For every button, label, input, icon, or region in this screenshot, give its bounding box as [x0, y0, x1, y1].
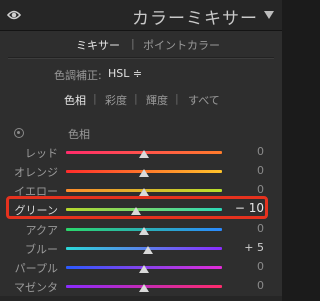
slider-track[interactable]	[66, 227, 222, 235]
slider-thumb[interactable]	[139, 227, 149, 235]
slider-label: マゼンタ	[14, 281, 58, 294]
slider-thumb[interactable]	[139, 284, 149, 292]
slider-row: マゼンタ 0	[0, 277, 282, 295]
slider-label: レッド	[25, 147, 58, 160]
slider-value[interactable]: + 5	[244, 241, 264, 254]
slider-value[interactable]: 0	[257, 164, 264, 177]
mode-switch: ミキサー | ポイントカラー	[0, 34, 282, 54]
tab-separator: |	[175, 92, 179, 105]
slider-label: オレンジ	[14, 166, 58, 179]
slider-value[interactable]: 0	[257, 260, 264, 273]
slider-row: オレンジ 0	[0, 162, 282, 180]
slider-track[interactable]	[66, 150, 222, 158]
mode-point-color-button[interactable]: ポイントカラー	[143, 37, 220, 53]
adjustment-label: 色調補正:	[54, 69, 102, 82]
slider-row: ブルー + 5	[0, 239, 282, 257]
slider-track[interactable]	[66, 188, 222, 196]
slider-track[interactable]	[66, 265, 222, 273]
adjustment-row: 色調補正: HSL ≑	[0, 66, 282, 82]
tab-separator: |	[134, 92, 138, 105]
panel-header[interactable]: カラーミキサー	[0, 0, 282, 31]
slider-thumb[interactable]	[139, 169, 149, 177]
hsl-tabs: 色相 | 彩度 | 輝度 | すべて	[0, 92, 282, 108]
panel-title: カラーミキサー	[132, 9, 258, 29]
slider-thumb[interactable]	[139, 188, 149, 196]
target-adjust-icon[interactable]	[14, 128, 24, 138]
section-label: 色相	[68, 128, 90, 141]
divider	[8, 57, 274, 59]
slider-row: レッド 0	[0, 143, 282, 161]
slider-row: アクア 0	[0, 220, 282, 238]
tab-all[interactable]: すべて	[188, 92, 220, 108]
slider-label: パープル	[14, 262, 58, 275]
triangle-down-icon[interactable]	[264, 11, 274, 19]
mode-separator: |	[131, 37, 135, 50]
slider-thumb[interactable]	[139, 150, 149, 158]
tab-separator: |	[93, 92, 97, 105]
slider-thumb[interactable]	[139, 265, 149, 273]
panel-bottom-edge	[0, 296, 282, 301]
color-mixer-panel: カラーミキサー ミキサー | ポイントカラー 色調補正: HSL ≑ 色相 | …	[0, 0, 282, 301]
slider-track[interactable]	[66, 284, 222, 292]
slider-value[interactable]: 0	[257, 222, 264, 235]
slider-value[interactable]: 0	[257, 183, 264, 196]
eye-icon[interactable]	[7, 9, 21, 21]
slider-track[interactable]	[66, 169, 222, 177]
slider-value[interactable]: 0	[257, 145, 264, 158]
slider-value[interactable]: 0	[257, 279, 264, 292]
tab-hue[interactable]: 色相	[64, 92, 86, 108]
adjustment-select[interactable]: HSL ≑	[108, 67, 142, 80]
tab-saturation[interactable]: 彩度	[105, 92, 127, 108]
slider-label: ブルー	[25, 243, 58, 256]
slider-label: アクア	[25, 224, 58, 237]
slider-thumb[interactable]	[142, 246, 153, 254]
slider-row: パープル 0	[0, 258, 282, 276]
mode-mixer-button[interactable]: ミキサー	[76, 37, 120, 53]
tab-luminance[interactable]: 輝度	[146, 92, 168, 108]
slider-track[interactable]	[66, 246, 222, 254]
highlight-box	[6, 196, 268, 219]
